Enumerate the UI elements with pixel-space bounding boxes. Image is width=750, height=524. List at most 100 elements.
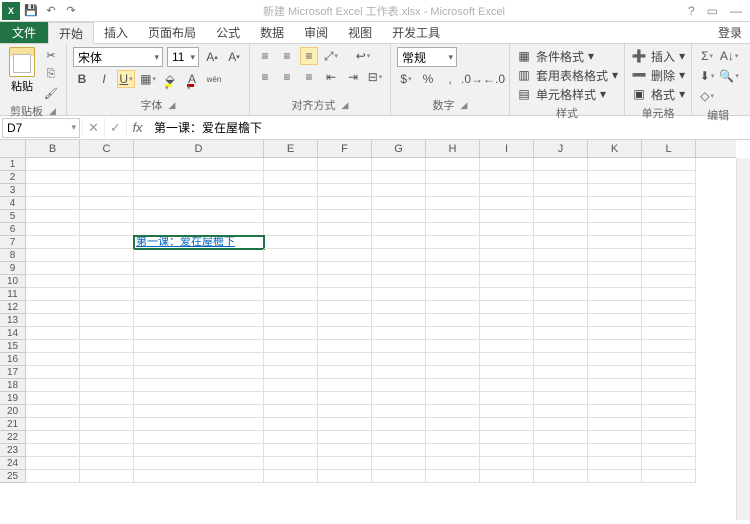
cell[interactable] xyxy=(80,379,134,392)
column-header[interactable]: J xyxy=(534,140,588,157)
cell[interactable] xyxy=(642,470,696,483)
cell[interactable] xyxy=(26,301,80,314)
cell[interactable] xyxy=(318,327,372,340)
cell[interactable] xyxy=(134,262,264,275)
cell[interactable] xyxy=(642,444,696,457)
cell[interactable] xyxy=(372,210,426,223)
cell[interactable] xyxy=(534,392,588,405)
cell[interactable] xyxy=(642,236,696,249)
cell[interactable] xyxy=(80,275,134,288)
cell[interactable] xyxy=(480,431,534,444)
cell[interactable] xyxy=(534,470,588,483)
decrease-decimal-icon[interactable]: ←.0 xyxy=(485,70,503,88)
cell[interactable] xyxy=(480,444,534,457)
cell[interactable] xyxy=(480,288,534,301)
cell[interactable] xyxy=(588,171,642,184)
cell[interactable] xyxy=(372,392,426,405)
cell[interactable] xyxy=(426,366,480,379)
row-header[interactable]: 3 xyxy=(0,184,25,197)
cell[interactable] xyxy=(642,366,696,379)
cell[interactable] xyxy=(426,210,480,223)
column-header[interactable]: E xyxy=(264,140,318,157)
cell[interactable] xyxy=(534,223,588,236)
cell[interactable] xyxy=(642,431,696,444)
cell[interactable] xyxy=(372,405,426,418)
cell[interactable] xyxy=(318,275,372,288)
align-bottom-icon[interactable]: ≡ xyxy=(300,47,318,65)
cell[interactable] xyxy=(80,457,134,470)
format-as-table-button[interactable]: ▥套用表格格式 ▾ xyxy=(516,66,618,84)
row-header[interactable]: 21 xyxy=(0,418,25,431)
column-header[interactable]: B xyxy=(26,140,80,157)
cell[interactable] xyxy=(264,392,318,405)
cell[interactable] xyxy=(534,314,588,327)
tab-formulas[interactable]: 公式 xyxy=(206,22,250,43)
cell[interactable] xyxy=(372,379,426,392)
cell[interactable] xyxy=(264,171,318,184)
tab-insert[interactable]: 插入 xyxy=(94,22,138,43)
cell[interactable] xyxy=(26,262,80,275)
decrease-font-icon[interactable]: A▾ xyxy=(225,48,243,66)
cell[interactable] xyxy=(134,314,264,327)
cell[interactable] xyxy=(534,327,588,340)
cell[interactable] xyxy=(264,197,318,210)
cell[interactable] xyxy=(588,158,642,171)
row-header[interactable]: 15 xyxy=(0,340,25,353)
row-header[interactable]: 9 xyxy=(0,262,25,275)
cell[interactable] xyxy=(642,340,696,353)
dialog-launcher-icon[interactable]: ◢ xyxy=(461,100,468,111)
column-header[interactable]: K xyxy=(588,140,642,157)
cell[interactable] xyxy=(318,249,372,262)
cell[interactable] xyxy=(264,275,318,288)
orientation-icon[interactable]: ⤢ xyxy=(322,47,340,65)
cell[interactable] xyxy=(480,457,534,470)
undo-icon[interactable]: ↶ xyxy=(42,2,60,20)
cell[interactable] xyxy=(26,288,80,301)
cell[interactable] xyxy=(318,405,372,418)
row-header[interactable]: 17 xyxy=(0,366,25,379)
column-header[interactable]: F xyxy=(318,140,372,157)
cell[interactable] xyxy=(264,301,318,314)
cell[interactable] xyxy=(642,405,696,418)
cell[interactable] xyxy=(480,366,534,379)
fx-icon[interactable]: fx xyxy=(126,118,148,138)
align-left-icon[interactable]: ≡ xyxy=(256,68,274,86)
cell[interactable] xyxy=(534,171,588,184)
cell[interactable] xyxy=(80,340,134,353)
cell[interactable] xyxy=(80,223,134,236)
cell[interactable] xyxy=(480,314,534,327)
cell[interactable] xyxy=(264,457,318,470)
file-tab[interactable]: 文件 xyxy=(0,22,48,43)
cell[interactable] xyxy=(318,223,372,236)
cell[interactable] xyxy=(426,249,480,262)
cell[interactable] xyxy=(318,353,372,366)
cell[interactable] xyxy=(642,223,696,236)
cell[interactable] xyxy=(642,158,696,171)
cell[interactable] xyxy=(480,184,534,197)
cell[interactable] xyxy=(480,379,534,392)
tab-home[interactable]: 开始 xyxy=(48,22,94,44)
dialog-launcher-icon[interactable]: ◢ xyxy=(169,100,176,111)
cell[interactable] xyxy=(534,210,588,223)
cell[interactable] xyxy=(318,457,372,470)
cell[interactable] xyxy=(426,431,480,444)
cell[interactable] xyxy=(318,340,372,353)
cell[interactable] xyxy=(264,184,318,197)
insert-cells-button[interactable]: ➕插入 ▾ xyxy=(631,47,685,65)
cell[interactable] xyxy=(642,262,696,275)
cell[interactable] xyxy=(80,184,134,197)
cell[interactable] xyxy=(426,405,480,418)
cell[interactable] xyxy=(642,210,696,223)
cell[interactable] xyxy=(26,353,80,366)
cell[interactable] xyxy=(80,431,134,444)
cell[interactable] xyxy=(134,171,264,184)
cell[interactable] xyxy=(372,301,426,314)
column-header[interactable]: G xyxy=(372,140,426,157)
cell[interactable] xyxy=(80,236,134,249)
cancel-icon[interactable]: ✕ xyxy=(82,118,104,138)
percent-format-icon[interactable]: % xyxy=(419,70,437,88)
cell[interactable] xyxy=(80,249,134,262)
cell[interactable] xyxy=(26,418,80,431)
cell[interactable] xyxy=(26,210,80,223)
cell[interactable] xyxy=(642,301,696,314)
